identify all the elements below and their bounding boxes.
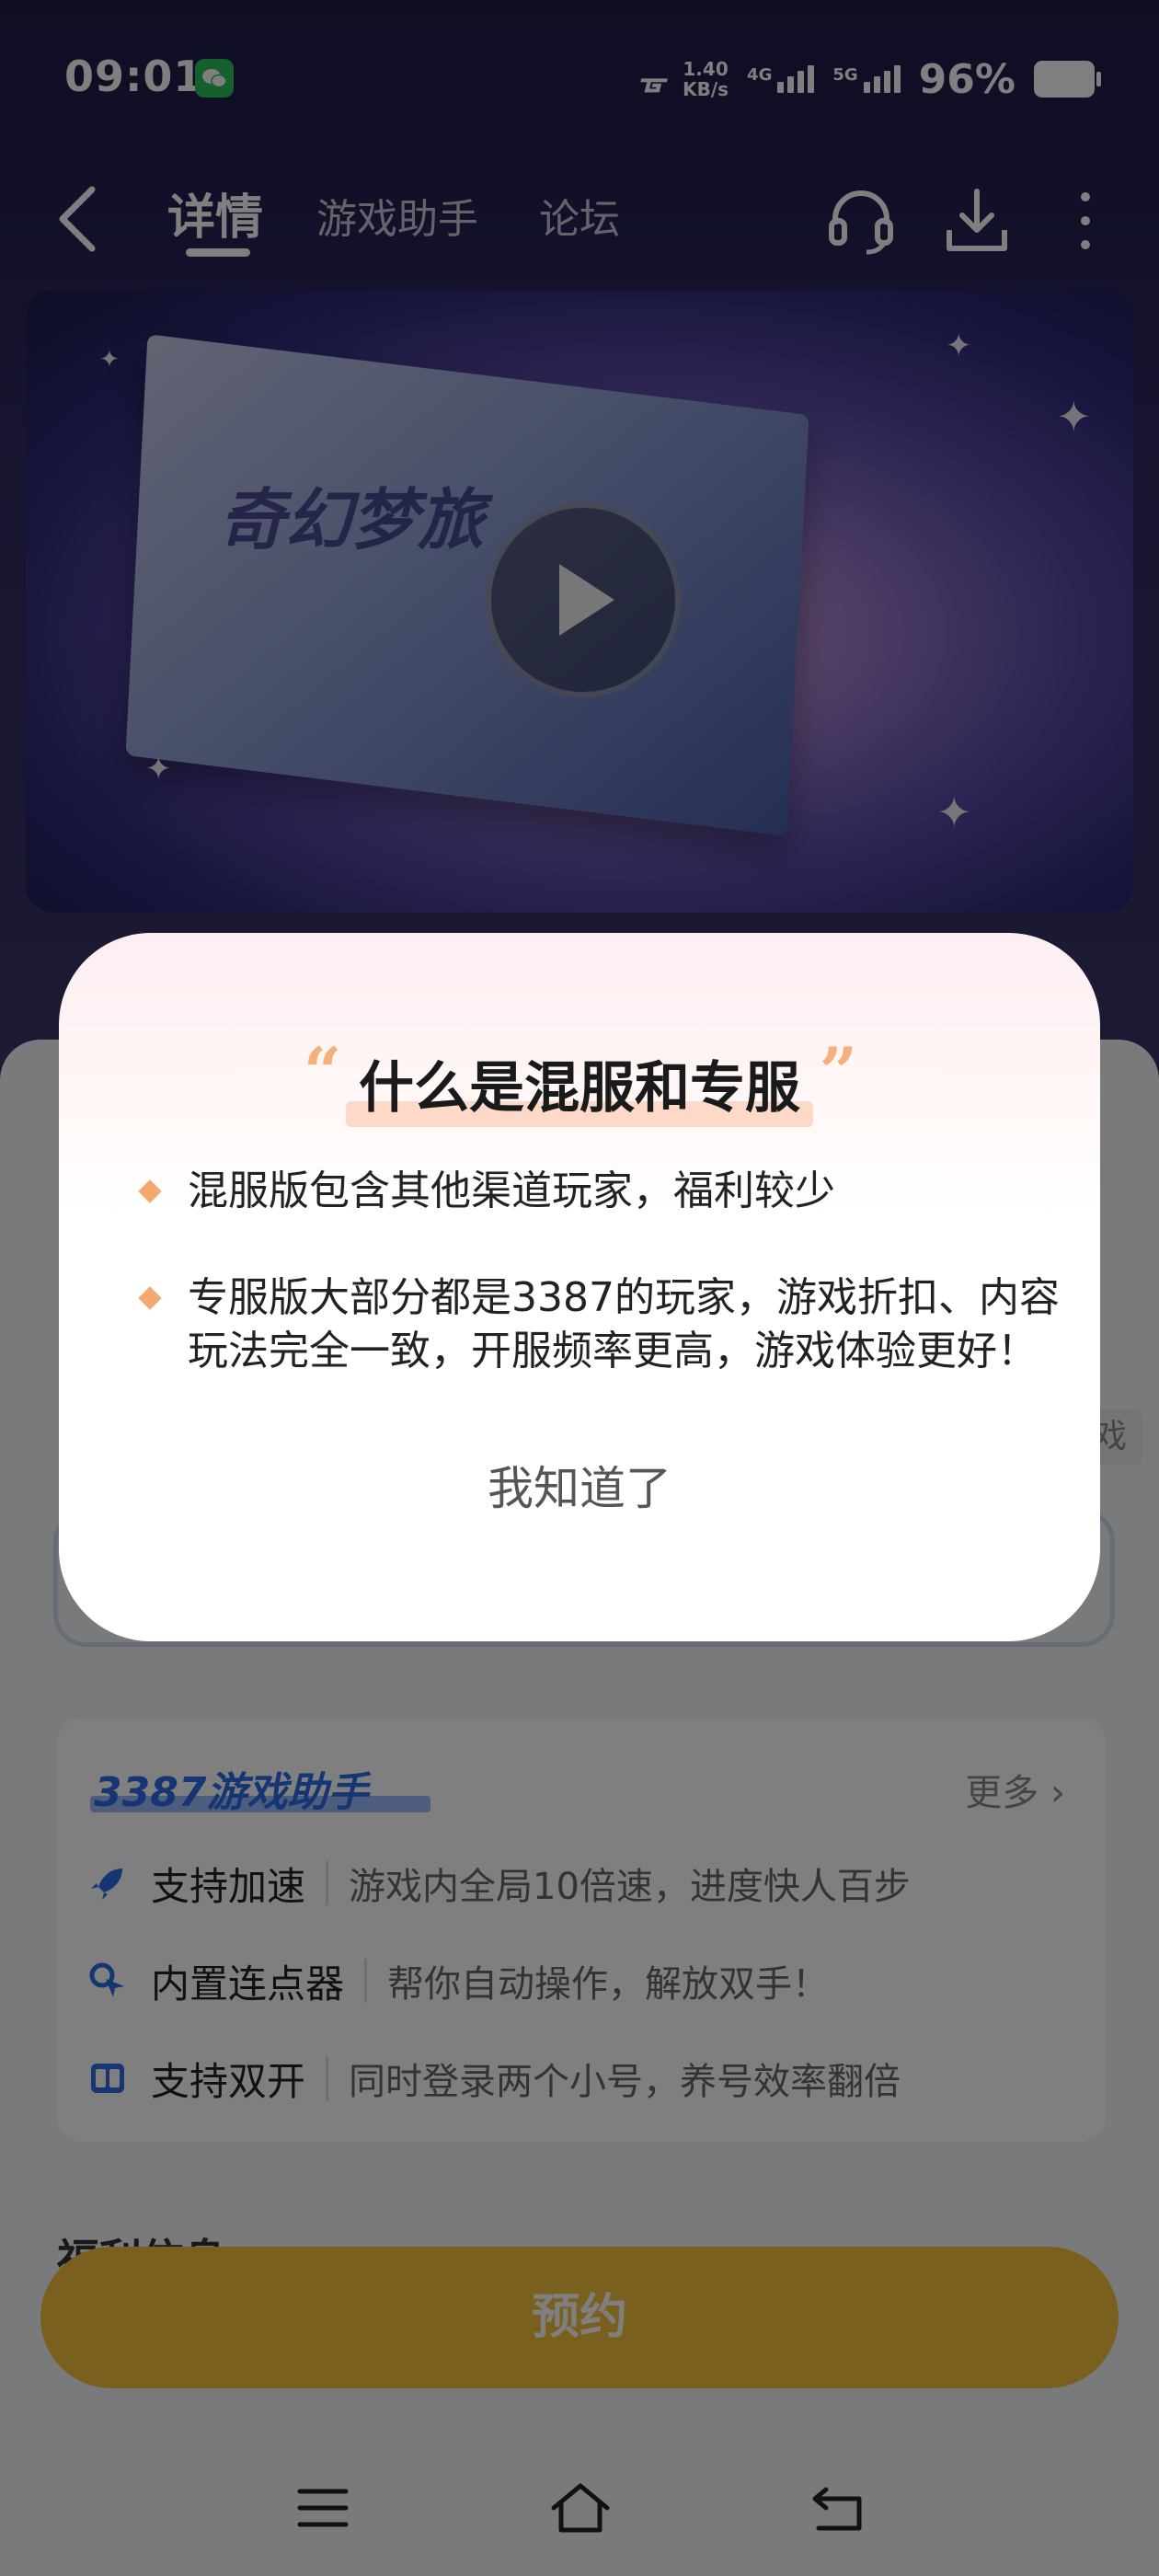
close-quote-icon: ” xyxy=(819,1032,857,1110)
dialog-item: 混服版包含其他渠道玩家，福利较少 xyxy=(138,1165,1071,1218)
dialog-title: “ 什么是混服和专服 ” xyxy=(304,1032,857,1127)
diamond-bullet-icon xyxy=(138,1286,162,1310)
got-it-button[interactable]: 我知道了 xyxy=(59,1452,1100,1518)
dialog-item: 专服版大部分都是3387的玩家，游戏折扣、内容玩法完全一致，开服频率更高，游戏体… xyxy=(138,1271,1071,1378)
server-info-dialog: “ 什么是混服和专服 ” 混服版包含其他渠道玩家，福利较少 专服版大部分都是33… xyxy=(59,933,1100,1641)
open-quote-icon: “ xyxy=(304,1032,342,1110)
diamond-bullet-icon xyxy=(138,1179,162,1203)
